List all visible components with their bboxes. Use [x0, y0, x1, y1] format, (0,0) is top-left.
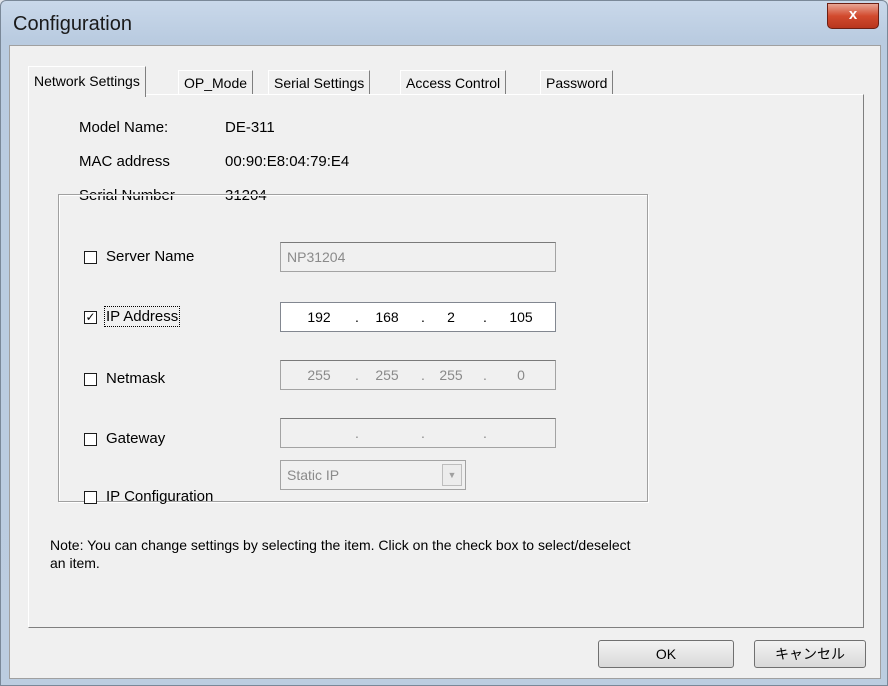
gateway-dot-3: .	[483, 425, 487, 441]
ip-dot-3: .	[483, 309, 487, 325]
netmask-octet-1: 255	[307, 367, 331, 383]
netmask-checkbox[interactable]	[84, 373, 97, 386]
netmask-octet-3: 255	[439, 367, 463, 383]
chevron-down-icon: ▼	[442, 464, 462, 486]
ip-address-label[interactable]: IP Address	[103, 306, 181, 327]
ip-address-field[interactable]: 192 . 168 . 2 . 105	[280, 302, 556, 332]
server-name-label[interactable]: Server Name	[106, 248, 194, 265]
model-name-label: Model Name:	[79, 119, 169, 136]
window-title: Configuration	[13, 13, 132, 35]
model-name-value: DE-311	[225, 119, 275, 136]
ip-dot-1: .	[355, 309, 359, 325]
ok-button[interactable]: OK	[598, 640, 734, 668]
server-name-value: NP31204	[287, 249, 346, 265]
settings-group	[58, 194, 648, 502]
title-bar[interactable]: Configuration x	[1, 1, 887, 45]
ip-configuration-checkbox[interactable]	[84, 491, 97, 504]
ip-dot-2: .	[421, 309, 425, 325]
tab-password[interactable]: Password	[540, 70, 614, 95]
tab-access-control[interactable]: Access Control	[400, 70, 507, 95]
ip-configuration-value: Static IP	[287, 467, 340, 483]
netmask-field: 255 . 255 . 255 . 0	[280, 360, 556, 390]
mac-address-label: MAC address	[79, 153, 170, 170]
checkmark-icon: ✓	[85, 310, 96, 324]
ip-configuration-label[interactable]: IP Configuration	[106, 488, 213, 505]
gateway-dot-1: .	[355, 425, 359, 441]
netmask-label[interactable]: Netmask	[106, 370, 165, 387]
server-name-field: NP31204	[280, 242, 556, 272]
netmask-octet-4: 0	[517, 367, 525, 383]
netmask-dot-3: .	[483, 367, 487, 383]
gateway-label[interactable]: Gateway	[106, 430, 165, 447]
netmask-dot-2: .	[421, 367, 425, 383]
close-icon[interactable]: x	[827, 3, 879, 29]
ip-address-checkbox[interactable]: ✓	[84, 311, 97, 324]
tab-network-settings[interactable]: Network Settings	[28, 66, 146, 97]
cancel-button[interactable]: キャンセル	[754, 640, 866, 668]
gateway-checkbox[interactable]	[84, 433, 97, 446]
server-name-checkbox[interactable]	[84, 251, 97, 264]
mac-address-value: 00:90:E8:04:79:E4	[225, 153, 350, 170]
ip-configuration-select: Static IP ▼	[280, 460, 466, 490]
tab-op-mode[interactable]: OP_Mode	[178, 70, 254, 95]
ip-octet-3[interactable]: 2	[431, 303, 471, 331]
ip-octet-4[interactable]: 105	[501, 303, 541, 331]
netmask-dot-1: .	[355, 367, 359, 383]
gateway-dot-2: .	[421, 425, 425, 441]
configuration-window: Configuration x Network Settings OP_Mode…	[0, 0, 888, 686]
ip-octet-2[interactable]: 168	[367, 303, 407, 331]
gateway-field: . . .	[280, 418, 556, 448]
netmask-octet-2: 255	[375, 367, 399, 383]
ip-octet-1[interactable]: 192	[299, 303, 339, 331]
help-note: Note: You can change settings by selecti…	[50, 537, 631, 571]
dialog-body: Network Settings OP_Mode Serial Settings…	[9, 45, 881, 679]
tab-serial-settings[interactable]: Serial Settings	[268, 70, 371, 95]
